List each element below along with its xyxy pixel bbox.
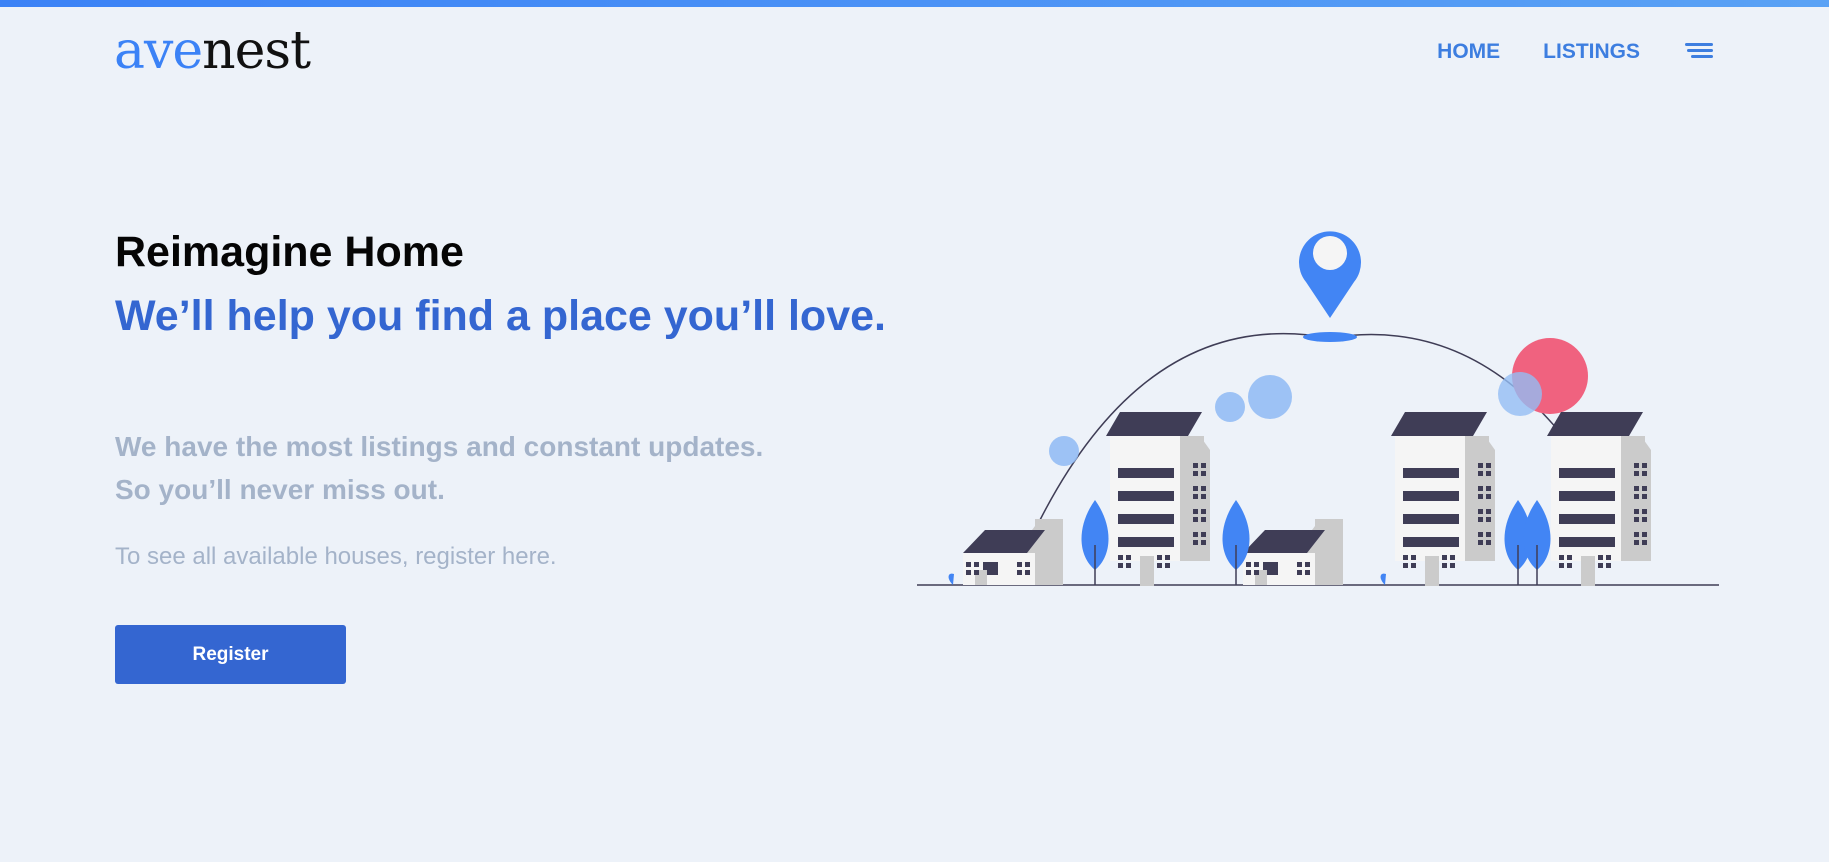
- register-button[interactable]: Register: [115, 625, 346, 684]
- logo-text-accent: ave: [114, 21, 203, 81]
- top-accent-bar: [0, 0, 1829, 7]
- city-illustration: [917, 231, 1719, 610]
- main-nav: HOME LISTINGS: [1437, 40, 1713, 64]
- hero-description: We have the most listings and constant u…: [115, 425, 763, 511]
- brand-logo[interactable]: avenest: [114, 20, 311, 82]
- logo-text-main: nest: [202, 21, 311, 81]
- nav-link-listings[interactable]: LISTINGS: [1543, 40, 1640, 64]
- register-note: To see all available houses, register he…: [115, 543, 557, 570]
- hero-description-line2: So you’ll never miss out.: [115, 474, 445, 505]
- hero-subtitle: We’ll help you find a place you’ll love.: [115, 292, 886, 340]
- nav-link-home[interactable]: HOME: [1437, 40, 1500, 64]
- location-pin-icon: [1299, 231, 1361, 342]
- hero-title: Reimagine Home: [115, 228, 464, 276]
- hero-description-line1: We have the most listings and constant u…: [115, 431, 764, 462]
- hamburger-menu-icon[interactable]: [1683, 43, 1713, 61]
